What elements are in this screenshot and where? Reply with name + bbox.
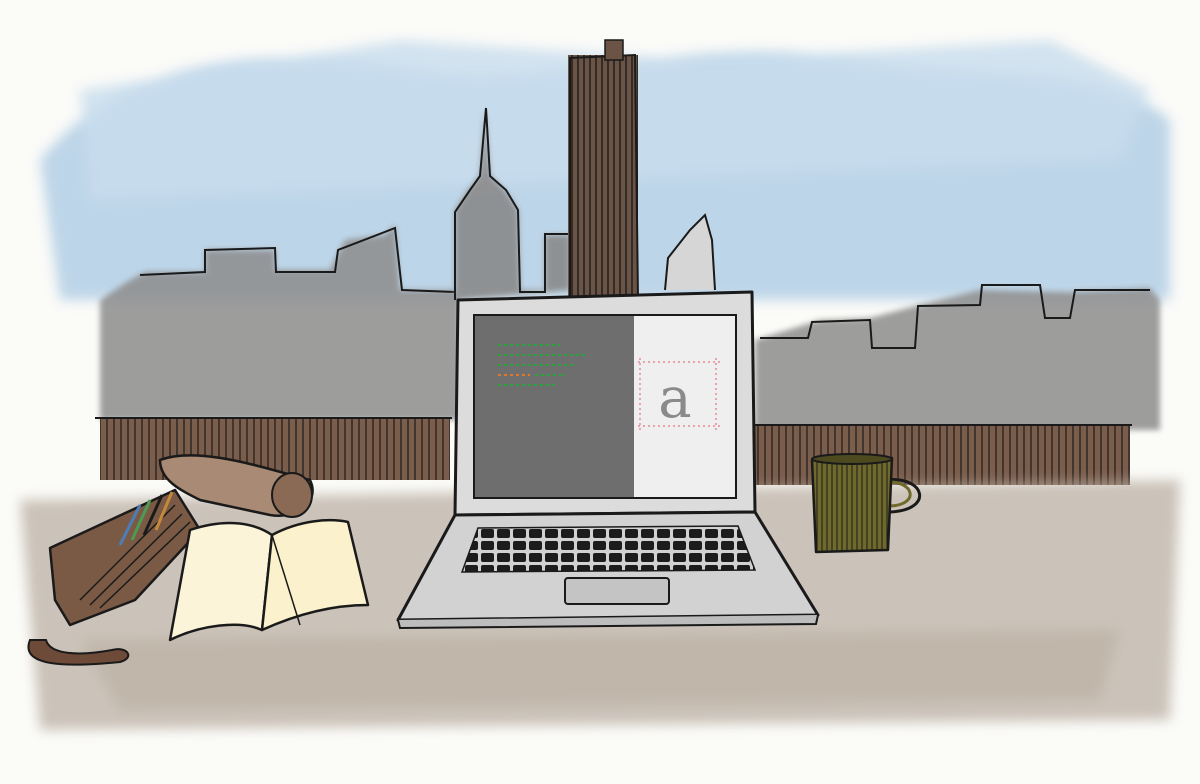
laptop-screen: a — [473, 314, 737, 499]
watercolor-illustration: a — [20, 39, 1180, 730]
trackpad — [564, 577, 670, 605]
tower — [568, 39, 639, 301]
screen-glyph: a — [658, 366, 691, 431]
keyboard — [460, 525, 757, 573]
